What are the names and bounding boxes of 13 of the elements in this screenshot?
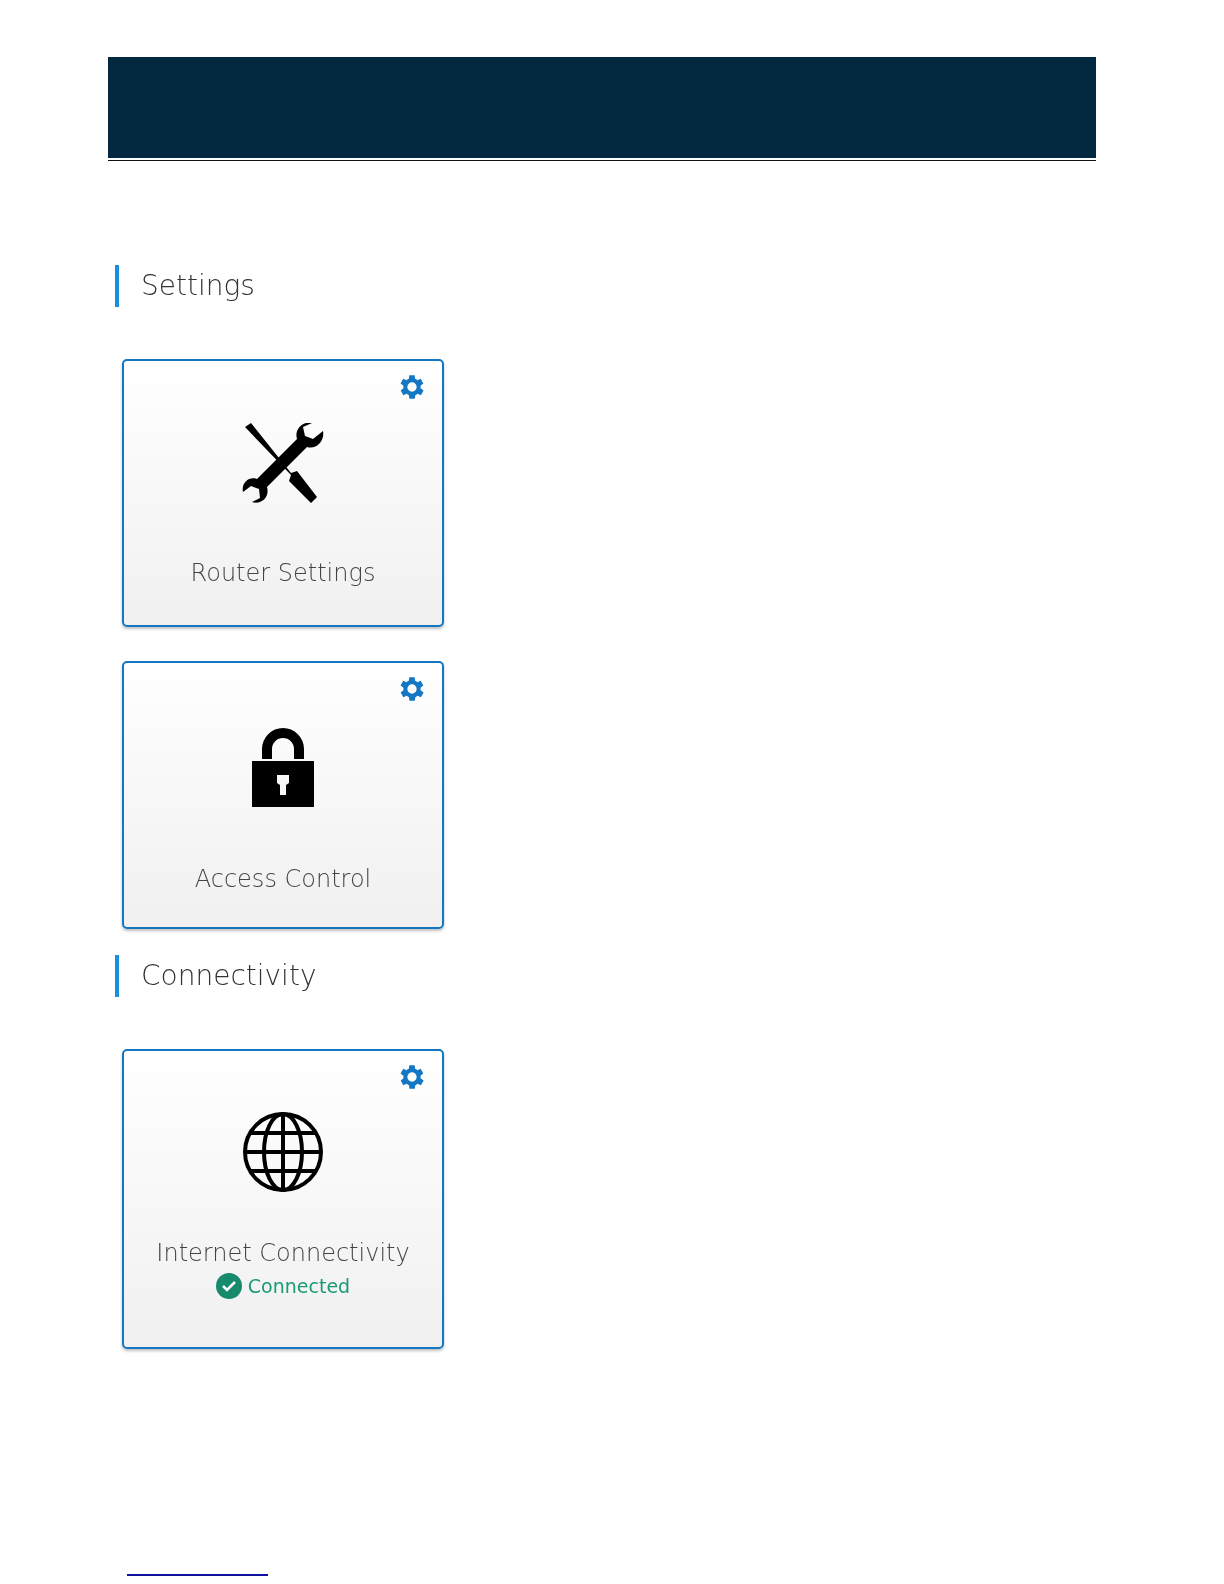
- tile-card[interactable]: Access Control: [122, 661, 444, 929]
- tile-label: Access Control: [194, 865, 372, 893]
- status-text: Connected: [247, 1275, 351, 1297]
- tile-label: Router Settings: [190, 559, 376, 587]
- check-icon: [215, 1273, 242, 1299]
- padlock-icon: [250, 725, 316, 809]
- section-heading: Connectivity: [115, 955, 1224, 997]
- tile-label: Internet Connectivity: [156, 1239, 410, 1267]
- tile-card[interactable]: Router Settings: [122, 359, 444, 627]
- section-heading: Settings: [115, 265, 1224, 307]
- globe-icon: [242, 1111, 324, 1193]
- tools-icon: [241, 423, 325, 503]
- tile-card[interactable]: Internet Connectivity Connected: [122, 1049, 444, 1349]
